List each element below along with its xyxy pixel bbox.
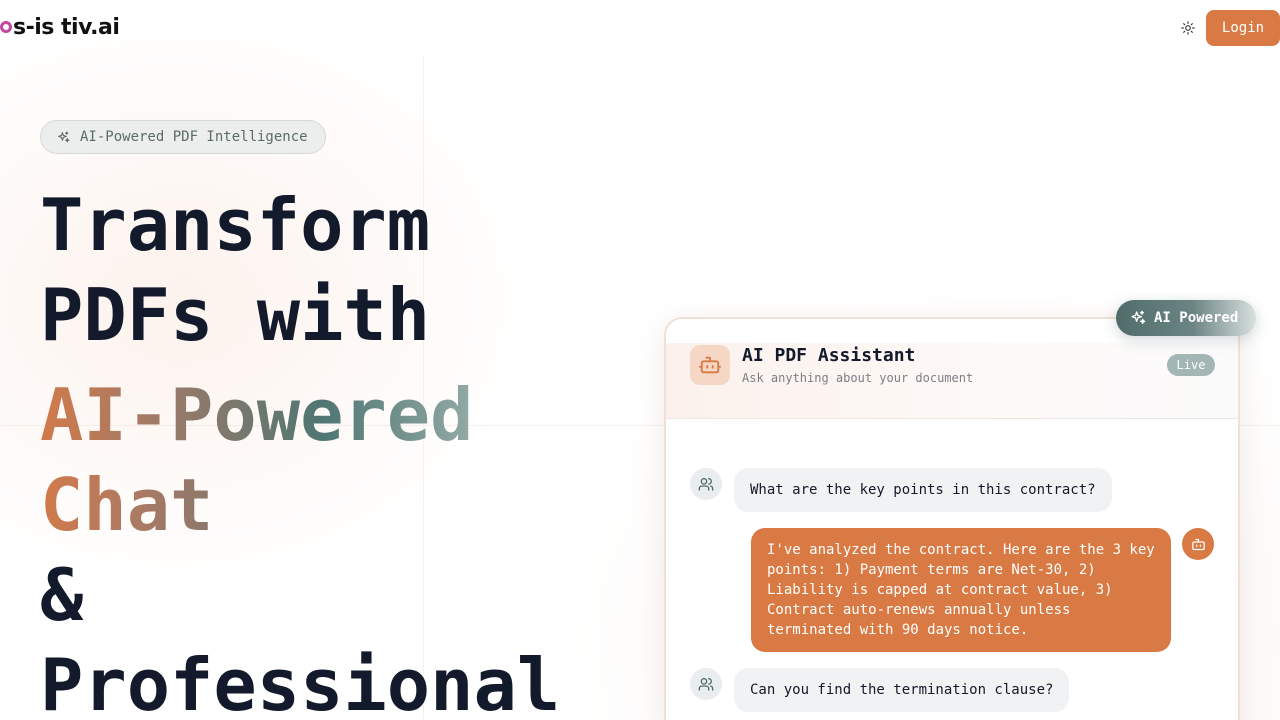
hero-headline-highlight: Chat [40, 460, 213, 550]
user-message: Can you find the termination clause? [734, 668, 1070, 712]
ai-powered-badge: AI Powered [1116, 300, 1256, 336]
chat-subtitle: Ask anything about your document [742, 371, 974, 385]
chat-header: AI PDF Assistant Ask anything about your… [666, 343, 1238, 419]
login-button[interactable]: Login [1206, 10, 1280, 46]
bot-icon [699, 356, 721, 374]
logo-text: s-is tiv.ai [13, 14, 120, 40]
user-avatar [690, 668, 722, 700]
chat-preview-card: AI PDF Assistant Ask anything about your… [664, 317, 1240, 720]
assistant-avatar [1182, 528, 1214, 560]
bot-icon [1191, 538, 1205, 550]
hero-headline-line: & [40, 553, 84, 637]
users-icon [698, 678, 714, 691]
user-message: What are the key points in this contract… [734, 468, 1112, 512]
header: s-is tiv.ai Login [0, 0, 1280, 56]
hero-badge: AI-Powered PDF Intelligence [40, 120, 326, 154]
assistant-message: I've analyzed the contract. Here are the… [751, 528, 1171, 652]
logo[interactable]: s-is tiv.ai [0, 12, 120, 42]
ai-powered-label: AI Powered [1154, 310, 1239, 326]
logo-mark-icon [0, 21, 12, 33]
theme-toggle-button[interactable] [1176, 16, 1200, 40]
sparkles-icon [1131, 310, 1146, 324]
users-icon [698, 478, 714, 491]
hero-headline-line: Transform [40, 183, 431, 267]
sparkles-icon [58, 131, 70, 142]
hero-headline-line: Professional [40, 643, 561, 720]
hero-headline-line: PDFs with [40, 273, 431, 357]
status-badge: Live [1167, 354, 1215, 376]
assistant-avatar [690, 345, 730, 385]
hero-headline-highlight: AI-Powered [40, 370, 473, 460]
hero-badge-label: AI-Powered PDF Intelligence [80, 129, 308, 145]
user-avatar [690, 468, 722, 500]
sun-icon [1181, 21, 1195, 35]
chat-title: AI PDF Assistant [742, 345, 916, 366]
